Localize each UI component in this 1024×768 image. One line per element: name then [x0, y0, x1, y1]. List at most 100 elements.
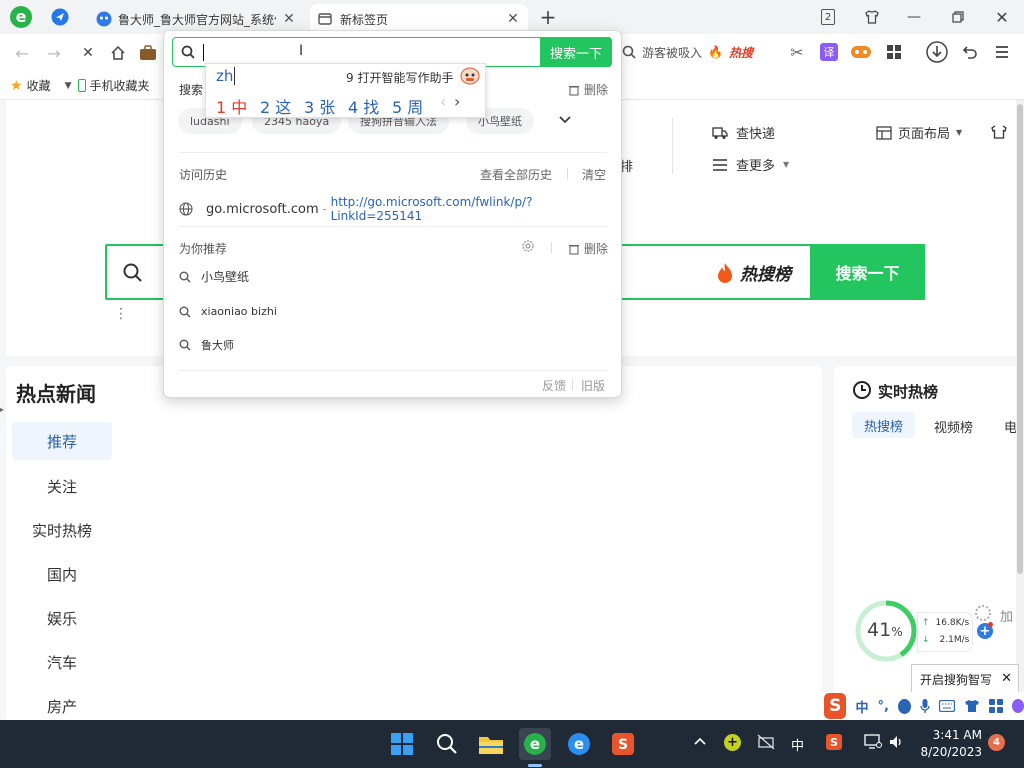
sogou-app-icon[interactable]: S — [607, 728, 639, 760]
settings-gear-icon[interactable] — [521, 239, 535, 253]
tab-close-icon[interactable]: ✕ — [282, 11, 296, 27]
close-icon[interactable]: ✕ — [1001, 671, 1012, 686]
nav-realtime[interactable]: 实时热榜 — [12, 511, 112, 549]
close-window-button[interactable]: ✕ — [990, 6, 1014, 28]
sogou-logo-icon[interactable]: S — [824, 693, 847, 719]
layout-link[interactable]: 页面布局 ▼ — [876, 123, 962, 142]
new-tab-button[interactable]: + — [536, 5, 560, 29]
emoji-icon[interactable] — [897, 698, 911, 714]
clock-date[interactable]: 8/20/2023 — [912, 745, 982, 759]
send-icon[interactable] — [51, 8, 69, 26]
recommend-item[interactable]: xiaoniao bizhi — [179, 305, 277, 318]
delete-recommend-button[interactable]: 删除 — [568, 240, 608, 257]
ime-avatar-icon[interactable] — [1011, 699, 1024, 713]
accelerate-label[interactable]: 加 — [1000, 606, 1013, 625]
tray-display-icon[interactable] — [864, 734, 882, 750]
old-version-link[interactable]: 旧版 — [581, 377, 605, 394]
skin-icon[interactable] — [990, 124, 1008, 140]
clock-time[interactable]: 3:41 AM — [922, 728, 982, 742]
restore-button[interactable] — [946, 6, 970, 28]
sogou-hint-popup[interactable]: 开启搜狗智写 ✕ — [911, 664, 1019, 694]
clock-icon — [852, 380, 872, 400]
tab-count-button[interactable]: 2 — [816, 6, 840, 28]
menu-icon[interactable] — [994, 44, 1010, 60]
keyboard-icon[interactable] — [938, 700, 955, 712]
tab-video[interactable]: 视频榜 — [934, 417, 973, 436]
recommend-item[interactable]: 小鸟壁纸 — [179, 268, 249, 285]
ime-lang-toggle[interactable]: 中 — [855, 697, 868, 716]
back-icon[interactable]: ← — [12, 43, 32, 63]
skin-shirt-icon[interactable] — [964, 699, 980, 713]
ie-browser-icon[interactable]: e — [563, 728, 595, 760]
ludashi-speed-widget[interactable]: 41% ↑ 16.8K/s ↓ 2.1M/s + — [855, 600, 993, 664]
ime-punct-toggle[interactable]: °, — [877, 699, 888, 714]
nav-domestic[interactable]: 国内 — [12, 555, 112, 593]
ime-candidate[interactable]: 2 这 — [260, 94, 291, 118]
delete-history-button[interactable]: 删除 — [568, 81, 608, 98]
briefcase-icon[interactable] — [138, 43, 158, 63]
minimize-button[interactable]: — — [902, 6, 926, 28]
search-icon[interactable] — [431, 728, 463, 760]
ime-candidate[interactable]: 3 张 — [304, 94, 335, 118]
notification-badge[interactable]: 4 — [988, 734, 1005, 751]
browser-logo-icon[interactable]: e — [9, 5, 33, 29]
feedback-link[interactable]: 反馈 — [542, 377, 566, 394]
file-explorer-icon[interactable] — [475, 728, 507, 760]
ime-candidate[interactable]: 1 中 — [216, 94, 247, 118]
shirt-skin-icon[interactable] — [860, 6, 884, 28]
nav-follow[interactable]: 关注 — [12, 467, 112, 505]
tray-no-network-icon[interactable] — [757, 734, 775, 750]
nav-auto[interactable]: 汽车 — [12, 643, 112, 681]
search-icon — [622, 45, 636, 59]
ime-assistant-option[interactable]: 9 打开智能写作助手 — [346, 69, 453, 86]
chevron-down-icon[interactable]: ▼ — [65, 81, 72, 91]
tray-plus-icon[interactable]: + — [724, 734, 741, 751]
browser-2345-icon[interactable]: e — [519, 728, 551, 760]
mobile-favorites-link[interactable]: 手机收藏夹 — [90, 77, 150, 94]
clear-history-link[interactable]: 清空 — [582, 166, 606, 183]
ime-composition: zh — [216, 67, 236, 85]
game-icon[interactable] — [850, 43, 872, 61]
tray-chevron-up-icon[interactable] — [694, 736, 706, 746]
tab-close-icon[interactable]: ✕ — [506, 11, 520, 27]
toolbar-search[interactable]: 游客被吸入 🔥 热搜 — [622, 40, 772, 64]
apps-grid-icon[interactable] — [886, 44, 902, 60]
ime-prev-page[interactable]: ‹ — [440, 92, 446, 111]
more-link[interactable]: 查更多 ▼ — [712, 155, 789, 174]
download-icon[interactable] — [926, 41, 948, 63]
nav-recommend[interactable]: 推荐 — [12, 422, 112, 460]
globe-icon — [179, 202, 193, 216]
scissors-icon[interactable]: ✂ — [787, 42, 807, 62]
truck-icon — [712, 126, 728, 140]
nav-entertainment[interactable]: 娱乐 — [12, 599, 112, 637]
view-all-history-link[interactable]: 查看全部历史 — [480, 166, 552, 183]
tray-lang[interactable]: 中 — [791, 735, 804, 754]
kuaidi-link[interactable]: 查快递 — [712, 123, 775, 142]
recommend-label: xiaoniao bizhi — [201, 305, 277, 318]
main-search-button[interactable]: 搜索一下 — [810, 244, 925, 300]
stop-loading-icon[interactable]: ✕ — [78, 43, 98, 63]
recommend-item[interactable]: 鲁大师 — [179, 337, 234, 353]
tray-volume-icon[interactable] — [888, 734, 904, 750]
new-tab-favicon-icon — [318, 12, 332, 26]
home-icon[interactable] — [108, 43, 128, 63]
ime-candidate[interactable]: 4 找 — [348, 94, 379, 118]
chevron-down-icon[interactable] — [558, 115, 572, 125]
translate-icon[interactable]: 译 — [820, 43, 838, 61]
forward-icon[interactable]: → — [44, 43, 64, 63]
dropdown-search-button[interactable]: 搜索一下 — [540, 37, 612, 67]
start-windows-icon[interactable] — [386, 728, 418, 760]
more-options-icon[interactable]: ⋮ — [114, 307, 128, 321]
tray-sogou-icon[interactable]: S — [826, 734, 842, 750]
favorites-button[interactable]: 收藏 — [27, 77, 51, 94]
hot-rank-button[interactable]: 热搜榜 — [716, 260, 791, 285]
undo-icon[interactable] — [962, 44, 978, 60]
toolbox-grid-icon[interactable] — [988, 699, 1003, 713]
scrollbar-thumb[interactable] — [1017, 104, 1023, 574]
ime-next-page[interactable]: › — [454, 92, 460, 111]
microphone-icon[interactable] — [920, 699, 930, 713]
tab-hot-search[interactable]: 热搜榜 — [852, 412, 916, 438]
ime-candidate[interactable]: 5 周 — [392, 94, 423, 118]
history-url: http://go.microsoft.com/fwlink/p/?LinkId… — [330, 195, 533, 223]
history-item[interactable]: go.microsoft.com - http://go.microsoft.c… — [179, 195, 621, 223]
